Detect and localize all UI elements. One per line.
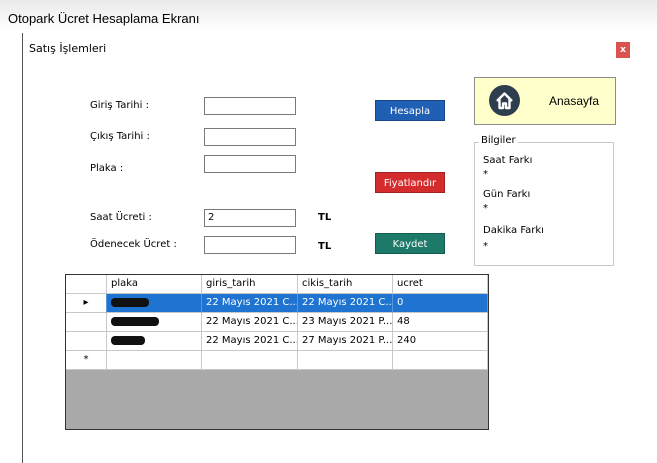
odenecek-ucret-label: Ödenecek Ücret :	[90, 239, 177, 250]
new-ucret-cell[interactable]	[393, 351, 488, 370]
ucret-cell[interactable]: 48	[393, 313, 488, 332]
cikis-tarihi-input[interactable]	[204, 128, 296, 146]
window-titlebar: Otopark Ücret Hesaplama Ekranı	[0, 0, 657, 30]
saat-ucreti-input[interactable]: 2	[204, 209, 296, 227]
form-title: Satış İşlemleri	[29, 42, 107, 55]
gun-farki-value: *	[483, 203, 488, 214]
saat-farki-label: Saat Farkı	[483, 155, 533, 166]
gun-farki-label: Gün Farkı	[483, 189, 531, 200]
table-row[interactable]: ▸ 22 Mayıs 2021 C... 22 Mayıs 2021 C... …	[66, 294, 488, 313]
column-header[interactable]: giris_tarih	[202, 275, 298, 294]
ucret-cell[interactable]: 0	[393, 294, 488, 313]
ucret-cell[interactable]: 240	[393, 332, 488, 351]
anasayfa-label: Anasayfa	[549, 94, 600, 108]
saat-ucreti-label: Saat Ücreti :	[90, 212, 152, 223]
plaka-label: Plaka :	[90, 163, 124, 174]
fiyatlandir-button[interactable]: Fiyatlandır	[375, 172, 445, 193]
new-row[interactable]: *	[66, 351, 488, 370]
data-grid[interactable]: plaka giris_tarih cikis_tarih ucret ▸ 22…	[65, 274, 489, 430]
row-selector[interactable]: ▸	[66, 294, 107, 313]
giris-cell[interactable]: 22 Mayıs 2021 C...	[202, 313, 298, 332]
giris-tarihi-input[interactable]	[204, 97, 296, 115]
odenecek-ucret-input[interactable]	[204, 236, 296, 254]
hesapla-button[interactable]: Hesapla	[375, 100, 445, 121]
giris-cell[interactable]: 22 Mayıs 2021 C...	[202, 332, 298, 351]
row-header-corner	[66, 275, 107, 294]
tl-unit-label: TL	[318, 241, 332, 252]
cikis-cell[interactable]: 22 Mayıs 2021 C...	[298, 294, 393, 313]
row-selector[interactable]	[66, 332, 107, 351]
new-cikis-cell[interactable]	[298, 351, 393, 370]
row-selector[interactable]	[66, 313, 107, 332]
column-header[interactable]: ucret	[393, 275, 488, 294]
table-row[interactable]: 22 Mayıs 2021 C... 23 Mayıs 2021 P... 48	[66, 313, 488, 332]
cikis-cell[interactable]: 23 Mayıs 2021 P...	[298, 313, 393, 332]
saat-farki-value: *	[483, 169, 488, 180]
dakika-farki-label: Dakika Farkı	[483, 225, 544, 236]
form-border	[22, 33, 23, 463]
new-row-marker[interactable]: *	[66, 351, 107, 370]
anasayfa-button[interactable]: Anasayfa	[474, 77, 616, 125]
new-giris-cell[interactable]	[202, 351, 298, 370]
plaka-cell[interactable]	[107, 294, 202, 313]
giris-cell[interactable]: 22 Mayıs 2021 C...	[202, 294, 298, 313]
plaka-input[interactable]	[204, 155, 296, 173]
home-icon	[489, 85, 520, 116]
redacted-plate-scribble	[111, 316, 159, 326]
column-header[interactable]: cikis_tarih	[298, 275, 393, 294]
kaydet-button[interactable]: Kaydet	[375, 233, 445, 254]
table-row[interactable]: 22 Mayıs 2021 C... 27 Mayıs 2021 P... 24…	[66, 332, 488, 351]
cikis-label: Çıkış Tarihi :	[90, 131, 150, 142]
redacted-plate-scribble	[111, 335, 145, 345]
grid-header-row: plaka giris_tarih cikis_tarih ucret	[66, 275, 488, 294]
redacted-plate-scribble	[111, 297, 149, 307]
column-header[interactable]: plaka	[107, 275, 202, 294]
close-button[interactable]: x	[616, 42, 630, 58]
giris-label: Giriş Tarihi :	[90, 100, 149, 111]
cikis-cell[interactable]: 27 Mayıs 2021 P...	[298, 332, 393, 351]
dakika-farki-value: *	[483, 241, 488, 252]
new-plaka-cell[interactable]	[107, 351, 202, 370]
window-title: Otopark Ücret Hesaplama Ekranı	[8, 11, 200, 26]
bilgiler-groupbox: Bilgiler Saat Farkı * Gün Farkı * Dakika…	[474, 135, 614, 266]
bilgiler-title: Bilgiler	[479, 135, 518, 146]
plaka-cell[interactable]	[107, 332, 202, 351]
tl-unit-label: TL	[318, 212, 332, 223]
plaka-cell[interactable]	[107, 313, 202, 332]
